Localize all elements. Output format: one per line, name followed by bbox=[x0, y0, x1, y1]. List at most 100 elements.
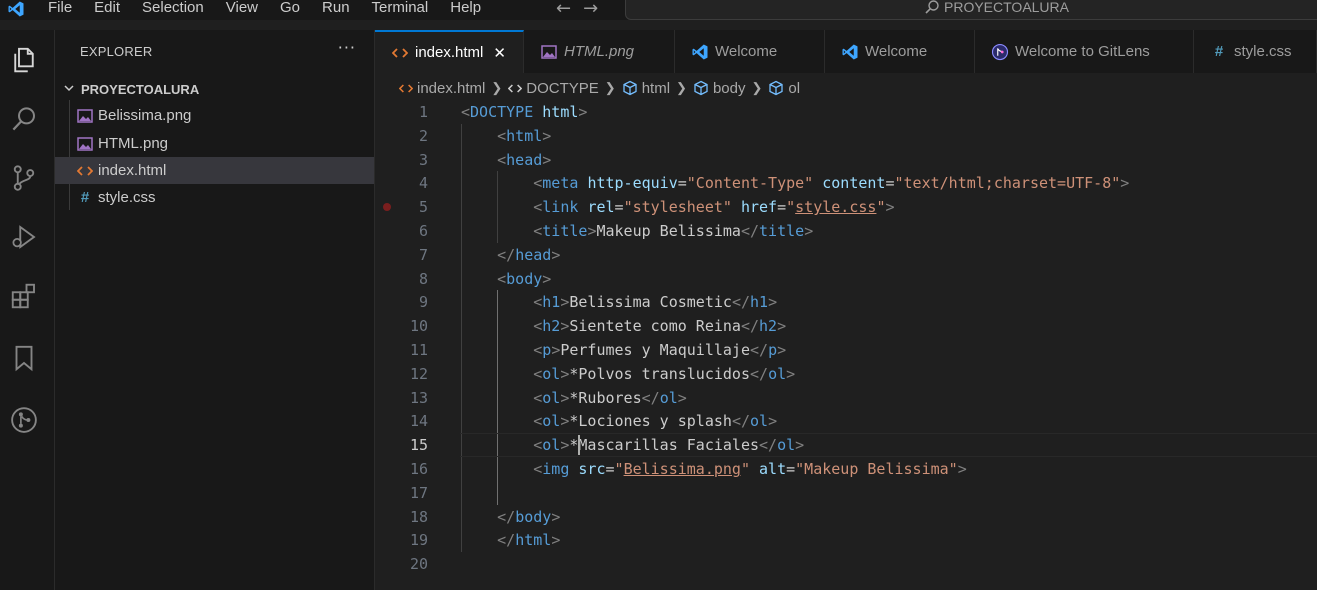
line-number: 18 bbox=[409, 507, 428, 526]
code-line[interactable]: 1 <DOCTYPE html> bbox=[375, 100, 1317, 124]
code-text: <link rel="stylesheet" href="style.css"> bbox=[461, 195, 894, 219]
tab-html-png[interactable]: HTML.png bbox=[524, 30, 675, 73]
tab-style-css[interactable]: # style.css bbox=[1194, 30, 1317, 73]
forward-arrow-icon[interactable]: → bbox=[583, 0, 598, 20]
code-line[interactable]: 17 bbox=[375, 481, 1317, 505]
source-control-icon[interactable] bbox=[0, 154, 48, 202]
code-line[interactable]: 3 <head> bbox=[375, 148, 1317, 172]
code-token: html bbox=[542, 103, 579, 121]
code-token: = bbox=[614, 198, 624, 217]
breadcrumb-item-ol[interactable]: ol bbox=[768, 80, 800, 97]
breadcrumb: index.html ❯ DOCTYPE ❯ html ❯ body ❯ ol bbox=[375, 77, 800, 99]
menu-go[interactable]: Go bbox=[280, 0, 300, 19]
code-text: <DOCTYPE html> bbox=[461, 100, 587, 124]
code-line[interactable]: 12 <ol>*Polvos translucidos</ol> bbox=[375, 362, 1317, 386]
tab-label: Welcome to GitLens bbox=[1015, 43, 1150, 60]
title-bar: File Edit Selection View Go Run Terminal… bbox=[0, 0, 1317, 20]
file-item-belissima-png[interactable]: Belissima.png bbox=[55, 102, 374, 129]
code-token: " bbox=[614, 460, 624, 478]
menu-selection[interactable]: Selection bbox=[142, 0, 204, 19]
tab-label: Welcome bbox=[865, 43, 928, 60]
code-token: link bbox=[542, 198, 579, 217]
file-item-style-css[interactable]: # style.css bbox=[55, 184, 374, 211]
code-line[interactable]: 7 </head> bbox=[375, 243, 1317, 267]
code-line[interactable]: 6 <title>Makeup Belissima</title> bbox=[375, 219, 1317, 243]
code-token: > bbox=[542, 269, 552, 288]
tab-index-html[interactable]: index.html ✕ bbox=[375, 30, 524, 73]
code-line[interactable]: 15 <ol>*Mascarillas Faciales</ol> bbox=[375, 433, 1317, 458]
tab-label: index.html bbox=[415, 44, 484, 61]
menu-run[interactable]: Run bbox=[322, 0, 350, 19]
tab-welcome-to-gitlens[interactable]: Welcome to GitLens bbox=[975, 30, 1194, 73]
line-number: 11 bbox=[409, 341, 428, 359]
tab-welcome-2[interactable]: Welcome bbox=[825, 30, 975, 73]
menu-terminal[interactable]: Terminal bbox=[372, 0, 429, 19]
line-number: 15 bbox=[409, 436, 428, 455]
code-line[interactable]: 2 <html> bbox=[375, 124, 1317, 148]
code-text: <meta http-equiv="Content-Type" content=… bbox=[461, 171, 1129, 195]
breadcrumb-item-doctype[interactable]: DOCTYPE ❯ bbox=[508, 80, 621, 97]
code-text: <p>Perfumes y Maquillaje</p> bbox=[461, 338, 786, 362]
code-token: > bbox=[957, 460, 967, 478]
menu-bar: File Edit Selection View Go Run Terminal… bbox=[48, 0, 503, 19]
code-line[interactable]: 14 <ol>*Lociones y splash</ol> bbox=[375, 409, 1317, 433]
command-center[interactable]: PROYECTOALURA bbox=[625, 0, 1317, 20]
code-token: </ bbox=[731, 293, 750, 312]
extensions-icon[interactable] bbox=[0, 272, 48, 320]
close-icon[interactable]: ✕ bbox=[493, 44, 506, 62]
code-line[interactable]: 13 <ol>*Rubores</ol> bbox=[375, 386, 1317, 410]
file-item-index-html[interactable]: index.html bbox=[55, 157, 374, 184]
code-line[interactable]: 18 </body> bbox=[375, 505, 1317, 529]
vscode-logo-icon[interactable] bbox=[5, 0, 27, 18]
code-line[interactable]: 11 <p>Perfumes y Maquillaje</p> bbox=[375, 338, 1317, 362]
folder-proyectoalura[interactable]: PROYECTOALURA bbox=[55, 78, 375, 100]
code-line[interactable]: 8 <body> bbox=[375, 267, 1317, 291]
code-line[interactable]: 16 <img src="Belissima.png" alt="Makeup … bbox=[375, 457, 1317, 481]
more-actions-icon[interactable]: ··· bbox=[338, 38, 356, 57]
breadcrumb-item-body[interactable]: body ❯ bbox=[693, 80, 768, 97]
css-file-icon: # bbox=[1214, 43, 1224, 60]
code-text: <h2>Sientete como Reina</h2> bbox=[461, 314, 786, 338]
code-token: > bbox=[578, 103, 588, 121]
gitlens-icon bbox=[991, 43, 1009, 61]
code-token: = bbox=[605, 460, 615, 478]
editor-tabs: index.html ✕ HTML.png Welcome Welcome We… bbox=[375, 30, 1317, 73]
menu-file[interactable]: File bbox=[48, 0, 72, 19]
code-token: meta bbox=[542, 174, 579, 193]
code-line[interactable]: 20 bbox=[375, 552, 1317, 576]
html-file-icon bbox=[391, 44, 409, 62]
code-token: ol bbox=[542, 364, 561, 383]
code-line[interactable]: 9 <h1>Belissima Cosmetic</h1> bbox=[375, 290, 1317, 314]
code-token: "text/html;charset=UTF-8" bbox=[894, 174, 1121, 193]
back-arrow-icon[interactable]: ← bbox=[556, 0, 571, 20]
code-line[interactable]: 5 <link rel="stylesheet" href="style.css… bbox=[375, 195, 1317, 219]
code-token: > bbox=[677, 388, 687, 407]
breadcrumb-item-html[interactable]: html ❯ bbox=[622, 80, 693, 97]
bookmark-icon[interactable] bbox=[0, 334, 48, 382]
menu-view[interactable]: View bbox=[226, 0, 258, 19]
code-token: ol bbox=[777, 436, 796, 455]
tab-label: HTML.png bbox=[564, 43, 635, 60]
code-editor[interactable]: 1 <DOCTYPE html> 2 <html> 3 <head> 4 <meta h… bbox=[375, 100, 1317, 590]
code-line[interactable]: 4 <meta http-equiv="Content-Type" conten… bbox=[375, 171, 1317, 195]
breadcrumb-item-file[interactable]: index.html ❯ bbox=[399, 80, 508, 97]
code-text: <body> bbox=[461, 267, 551, 291]
code-text: <html> bbox=[461, 124, 551, 148]
menu-edit[interactable]: Edit bbox=[94, 0, 120, 19]
explorer-icon[interactable] bbox=[0, 36, 48, 84]
code-line[interactable]: 10 <h2>Sientete como Reina</h2> bbox=[375, 314, 1317, 338]
gitlens-icon[interactable] bbox=[0, 396, 48, 444]
code-token: rel bbox=[587, 198, 615, 217]
search-icon[interactable] bbox=[0, 95, 48, 143]
code-token: DOCTYPE bbox=[470, 103, 534, 121]
code-line[interactable]: 19 </html> bbox=[375, 528, 1317, 552]
file-item-html-png[interactable]: HTML.png bbox=[55, 130, 374, 157]
tab-welcome[interactable]: Welcome bbox=[675, 30, 825, 73]
run-debug-icon[interactable] bbox=[0, 213, 48, 261]
line-number: 14 bbox=[409, 412, 428, 431]
code-token: *Lociones y splash bbox=[569, 412, 732, 431]
menu-help[interactable]: Help bbox=[450, 0, 481, 19]
